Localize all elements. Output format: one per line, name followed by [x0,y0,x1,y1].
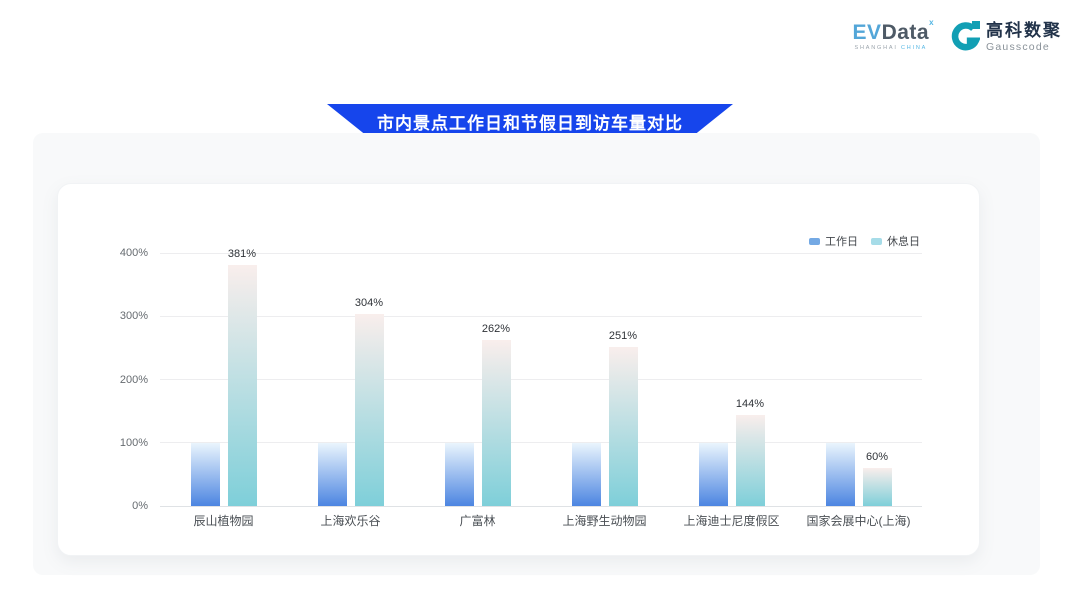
gausscode-text: 高科数聚 Gausscode [986,21,1062,53]
bar-工作日-广富林[interactable] [445,443,474,506]
gausscode-en-label: Gausscode [986,41,1062,53]
y-axis-tick: 200% [98,374,148,386]
bar-value-label: 381% [210,248,274,260]
bar-value-label: 144% [718,398,782,410]
evdata-data: Data [882,21,930,44]
gausscode-logo: 高科数聚 Gausscode [948,20,1062,54]
gridline-300% [160,316,922,317]
bar-value-label: 60% [845,451,909,463]
gridline-400% [160,253,922,254]
legend-item-工作日[interactable]: 工作日 [809,233,858,249]
gausscode-cn-label: 高科数聚 [986,21,1062,41]
bar-休息日-上海欢乐谷[interactable] [355,314,384,506]
header-logo-row: EVDataˣ SHANGHAI CHINA 高科数聚 Gausscode [853,20,1062,54]
chart-legend: 工作日 休息日 [809,233,920,249]
y-axis-tick: 0% [98,500,148,512]
bar-工作日-上海野生动物园[interactable] [572,443,601,506]
evdata-ev: EV [853,21,882,44]
evdata-subtext: SHANGHAI CHINA [855,46,928,52]
evdata-logo: EVDataˣ SHANGHAI CHINA [853,22,934,52]
legend-swatch-icon [809,238,820,245]
y-axis-tick: 300% [98,310,148,322]
bar-休息日-上海迪士尼度假区[interactable] [736,415,765,506]
page: EVDataˣ SHANGHAI CHINA 高科数聚 Gausscode 市内… [0,0,1080,608]
evdata-subtext-shanghai: SHANGHAI [855,45,901,51]
gridline-100% [160,442,922,443]
bar-value-label: 262% [464,323,528,335]
gausscode-g-icon [948,20,980,54]
bar-休息日-上海野生动物园[interactable] [609,347,638,506]
bar-工作日-上海迪士尼度假区[interactable] [699,443,728,506]
evdata-subtext-china: CHINA [901,45,927,51]
y-axis-tick: 100% [98,437,148,449]
bar-value-label: 251% [591,330,655,342]
evdata-x-icon: ˣ [929,17,934,31]
legend-label: 工作日 [825,233,858,249]
bar-休息日-国家会展中心(上海)[interactable] [863,468,892,506]
x-axis-category-label: 国家会展中心(上海) [784,512,934,529]
evdata-wordmark: EVDataˣ [853,22,934,43]
gridline-0% [160,506,922,507]
legend-label: 休息日 [887,233,920,249]
bar-休息日-辰山植物园[interactable] [228,265,257,506]
bar-value-label: 304% [337,297,401,309]
gridline-200% [160,379,922,380]
y-axis-tick: 400% [98,247,148,259]
bar-休息日-广富林[interactable] [482,340,511,506]
bar-工作日-上海欢乐谷[interactable] [318,443,347,506]
legend-swatch-icon [871,238,882,245]
legend-item-休息日[interactable]: 休息日 [871,233,920,249]
bar-工作日-辰山植物园[interactable] [191,443,220,506]
